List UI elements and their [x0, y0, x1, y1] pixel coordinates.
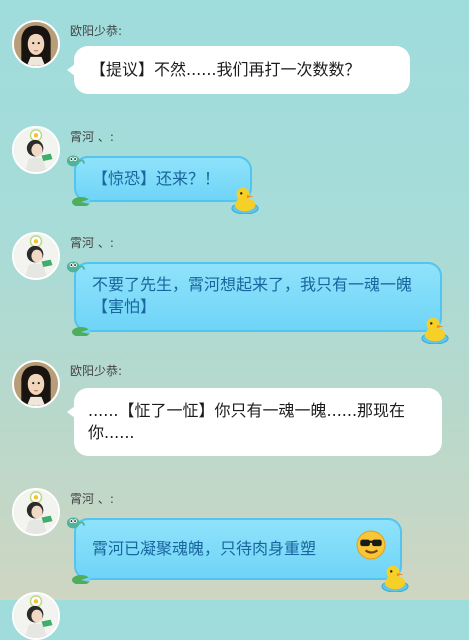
lily-pad-icon — [72, 575, 90, 584]
message-text: 不要了先生，霄河想起来了，我只有一魂一魄【害怕】 — [92, 275, 413, 316]
girl-with-flower-avatar-icon — [14, 490, 58, 534]
rubber-duck-icon — [231, 187, 259, 214]
rubber-duck-icon — [421, 317, 449, 344]
sender-name: 欧阳少恭: — [70, 364, 123, 378]
tadpole-icon — [66, 260, 86, 274]
girl-with-flower-avatar-icon — [14, 234, 58, 278]
girl-with-flower-avatar-icon — [14, 128, 58, 172]
long-haired-man-avatar-icon — [14, 22, 58, 66]
lily-pad-icon — [72, 197, 90, 206]
tadpole-icon — [66, 516, 86, 530]
long-haired-man-avatar-icon — [14, 362, 58, 406]
avatar[interactable] — [12, 126, 60, 174]
sender-name: 欧阳少恭: — [70, 24, 123, 38]
avatar[interactable] — [12, 20, 60, 68]
message-text: 【惊恐】还来？！ — [92, 169, 221, 188]
girl-with-flower-avatar-icon — [14, 594, 58, 638]
sender-name: 霄河 、: — [70, 492, 114, 506]
sender-name: 霄河 、: — [70, 130, 114, 144]
message-bubble[interactable]: 霄河已凝聚魂魄，只待肉身重塑 — [66, 516, 409, 592]
message-text: 【提议】不然......我们再打一次数数？ — [90, 60, 361, 79]
avatar[interactable] — [12, 592, 60, 640]
message-text: 霄河已凝聚魂魄，只待肉身重塑 — [92, 539, 317, 558]
avatar[interactable] — [12, 360, 60, 408]
sunglasses-emoji-icon — [356, 530, 386, 560]
sender-name: 霄河 、: — [70, 236, 114, 250]
message-bubble[interactable]: ......【怔了一怔】你只有一魂一魄......那现在你...... — [67, 388, 442, 456]
message-text: ......【怔了一怔】你只有一魂一魄......那现在你...... — [88, 401, 406, 442]
lily-pad-icon — [72, 327, 90, 336]
avatar[interactable] — [12, 232, 60, 280]
message-bubble[interactable]: 【提议】不然......我们再打一次数数？ — [67, 46, 410, 94]
tadpole-icon — [66, 154, 86, 168]
message-bubble[interactable]: 【惊恐】还来？！ — [66, 154, 259, 214]
avatar[interactable] — [12, 488, 60, 536]
message-bubble[interactable]: 不要了先生，霄河想起来了，我只有一魂一魄【害怕】 — [66, 260, 449, 344]
rubber-duck-icon — [381, 565, 409, 592]
